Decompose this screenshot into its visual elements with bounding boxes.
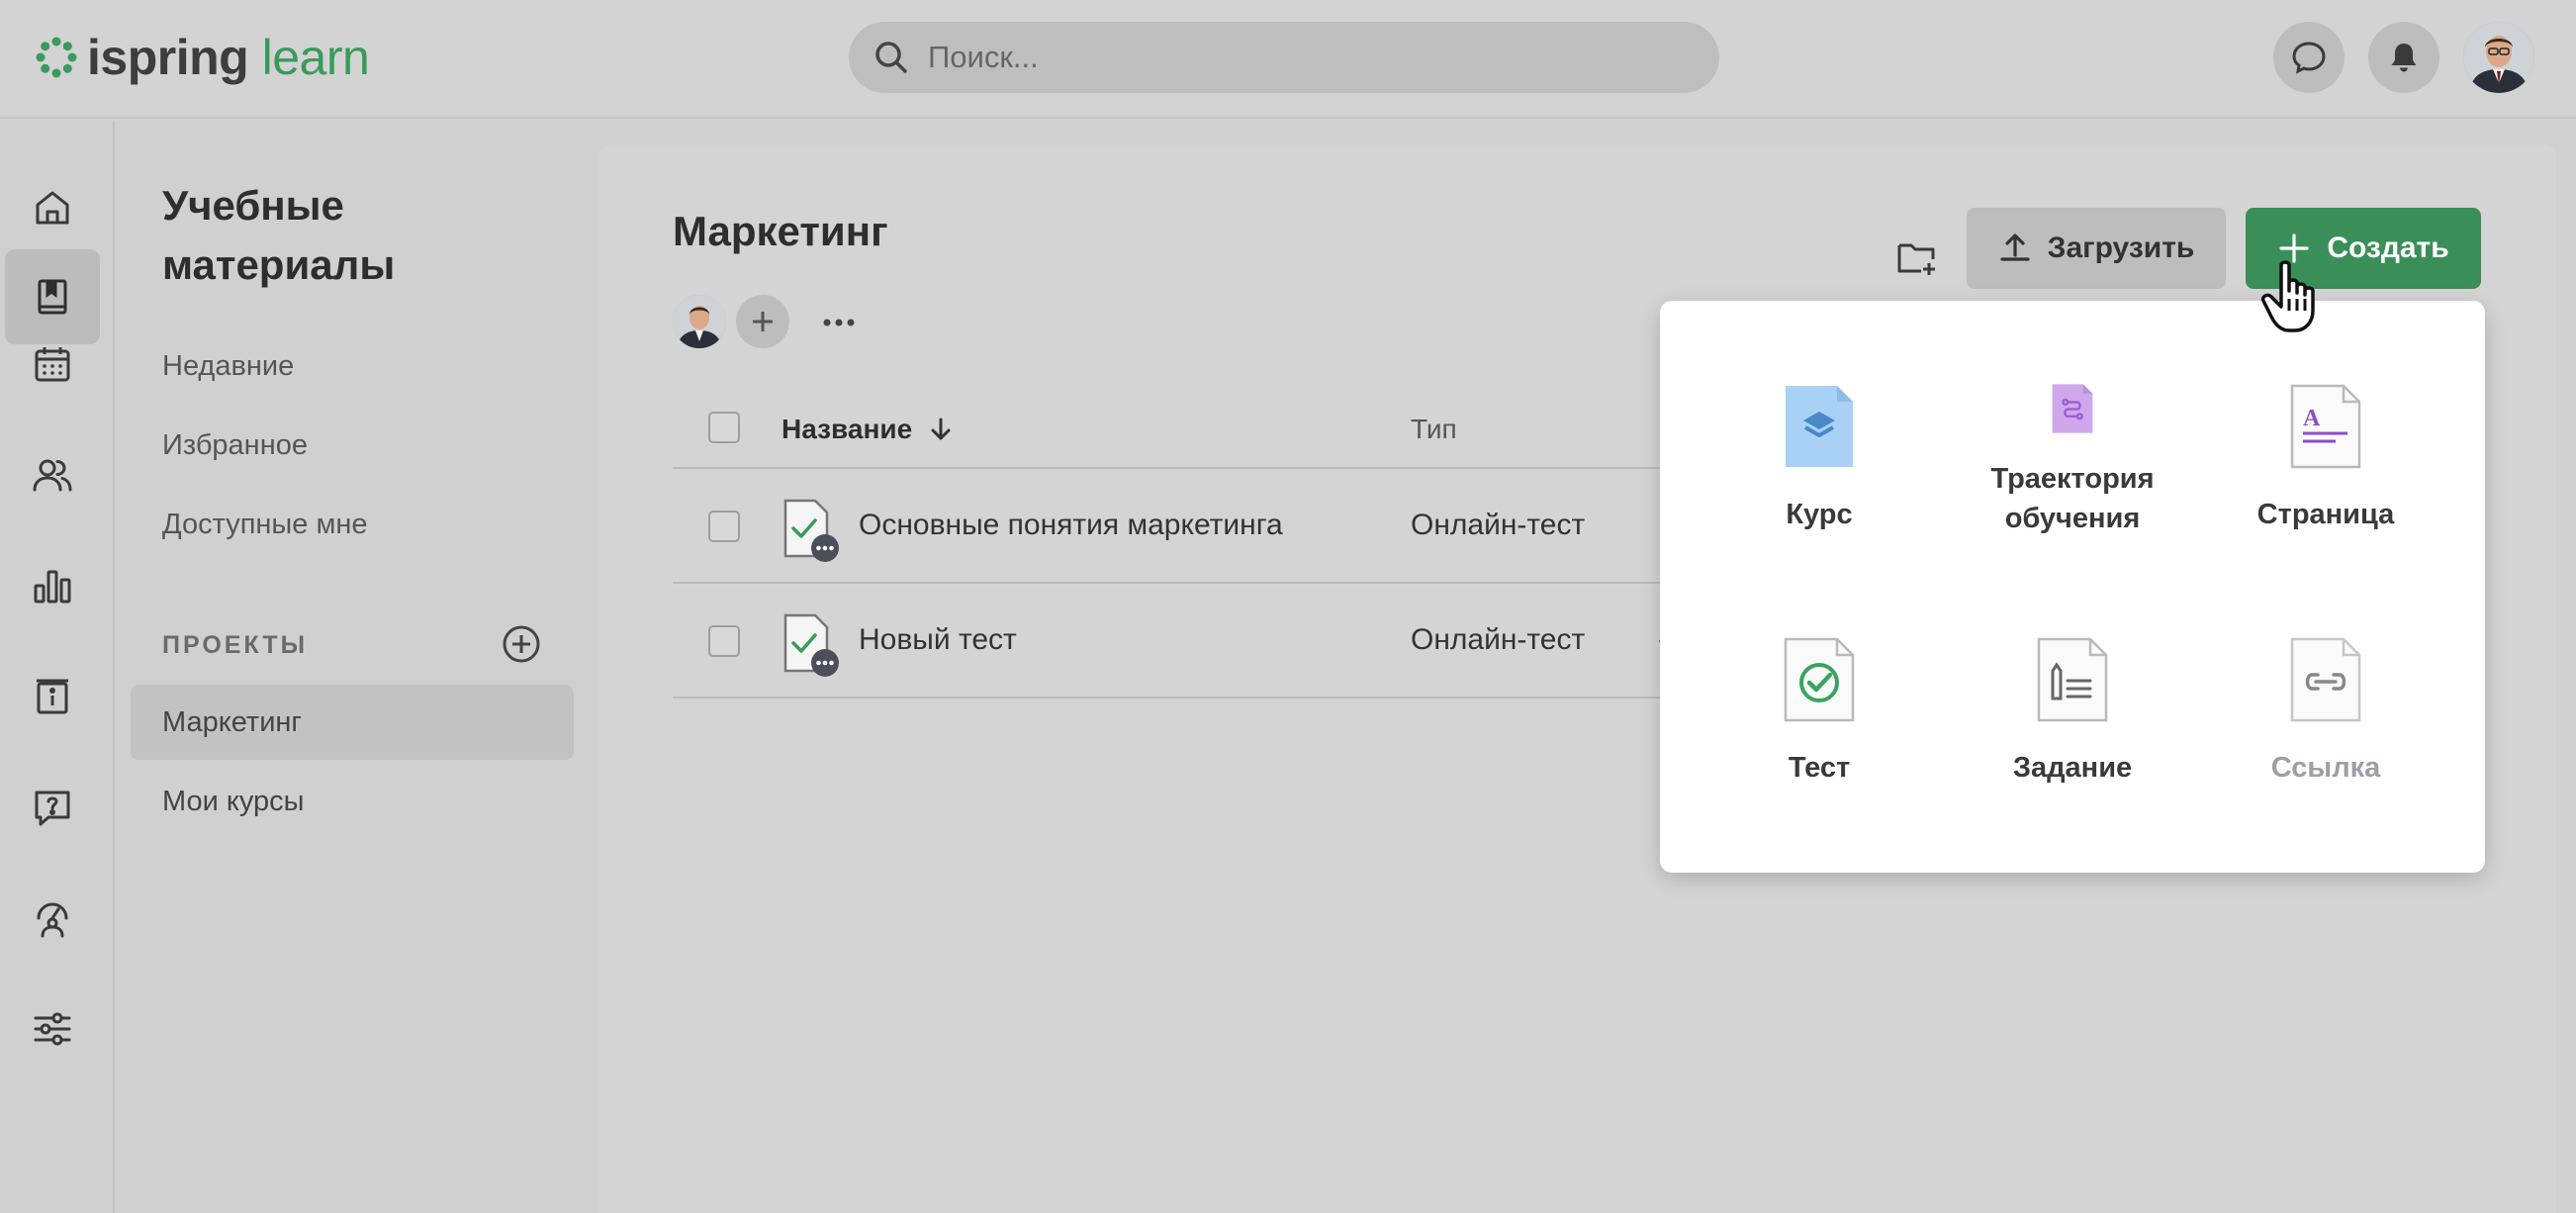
- column-type-header[interactable]: Тип: [1411, 414, 1457, 445]
- rail-home[interactable]: [5, 160, 100, 255]
- user-gauge-icon: [37, 902, 68, 938]
- more-options-icon[interactable]: [819, 303, 859, 342]
- page-title: Маркетинг: [673, 208, 888, 254]
- search-input[interactable]: [928, 40, 1700, 75]
- rail-calendar[interactable]: [5, 317, 100, 412]
- create-menu-item-trajectory[interactable]: Траектория обучения: [1946, 301, 2199, 538]
- member-photo-icon: [673, 295, 726, 348]
- page-file-icon: A: [2290, 384, 2361, 469]
- rail-reports[interactable]: [5, 538, 100, 633]
- hand-pointer-icon: [2260, 260, 2315, 332]
- notifications-button[interactable]: [2368, 22, 2439, 93]
- create-menu: Курс Траектория обучения A Страница Тест…: [1660, 301, 2485, 873]
- sidebar-item-my-courses[interactable]: Мои курсы: [162, 786, 305, 818]
- link-file-icon: [2290, 637, 2361, 722]
- sliders-icon: [34, 1012, 71, 1046]
- top-header: ispring learn: [0, 0, 2576, 119]
- rail-users[interactable]: [5, 427, 100, 522]
- create-menu-label: Курс: [1786, 499, 1853, 530]
- create-menu-label: Страница: [2256, 499, 2395, 530]
- upload-icon: [2000, 233, 2030, 261]
- row-name[interactable]: Основные понятия маркетинга: [859, 509, 1283, 542]
- test-document-icon: [783, 613, 839, 677]
- create-menu-item-test[interactable]: Тест: [1693, 554, 1946, 792]
- user-photo-icon: [2463, 22, 2534, 93]
- test-document-icon: [783, 499, 839, 562]
- row-checkbox[interactable]: [708, 511, 740, 542]
- sidebar-link-shared[interactable]: Доступные мне: [162, 509, 368, 541]
- rail-qa[interactable]: [5, 760, 100, 855]
- create-menu-label: Траектория обучения: [1990, 463, 2155, 534]
- project-member-avatar[interactable]: [673, 295, 726, 348]
- row-checkbox[interactable]: [708, 625, 740, 657]
- materials-sidebar: Учебные материалы Недавние Избранное Дос…: [117, 121, 596, 1213]
- folder-plus-icon: [1897, 243, 1935, 275]
- question-chat-icon: [35, 791, 70, 826]
- icon-rail: [0, 121, 115, 1213]
- ispring-flower-icon: [36, 37, 77, 78]
- logo-text-ispring: ispring: [87, 30, 249, 85]
- create-menu-label: Ссылка: [2270, 752, 2381, 784]
- create-label: Создать: [2327, 232, 2449, 264]
- rail-settings[interactable]: [5, 981, 100, 1076]
- row-type: Онлайн-тест: [1411, 509, 1586, 541]
- assignment-file-icon: [2037, 637, 2108, 722]
- logo-text: ispring learn: [87, 30, 370, 85]
- test-file-icon: [1784, 637, 1855, 722]
- chat-bubble-icon: [2292, 42, 2326, 74]
- bar-chart-icon: [34, 570, 71, 604]
- info-board-icon: [37, 679, 68, 714]
- projects-heading: ПРОЕКТЫ: [162, 631, 309, 659]
- sidebar-link-favorites[interactable]: Избранное: [162, 429, 308, 462]
- select-all-checkbox[interactable]: [708, 412, 740, 443]
- arrow-down-icon: [931, 418, 951, 440]
- create-menu-label: Тест: [1788, 752, 1851, 784]
- rail-info[interactable]: [5, 649, 100, 744]
- logo-text-learn: learn: [261, 30, 370, 85]
- sidebar-link-recent[interactable]: Недавние: [162, 350, 294, 383]
- create-menu-item-page[interactable]: A Страница: [2199, 301, 2452, 538]
- upload-button[interactable]: Загрузить: [1967, 208, 2226, 289]
- calendar-icon: [35, 347, 70, 382]
- home-icon: [36, 191, 69, 225]
- book-icon: [38, 279, 67, 315]
- column-name-label: Название: [782, 414, 913, 444]
- create-menu-item-course[interactable]: Курс: [1693, 301, 1946, 538]
- svg-text:A: A: [2303, 406, 2321, 431]
- ispring-logo[interactable]: ispring learn: [34, 28, 370, 87]
- search-icon: [875, 42, 907, 73]
- create-menu-item-link: Ссылка: [2199, 554, 2452, 792]
- rail-competencies[interactable]: [5, 871, 100, 966]
- column-name-header[interactable]: Название: [782, 414, 954, 445]
- row-name[interactable]: Новый тест: [859, 623, 1017, 657]
- course-file-icon: [1786, 386, 1853, 467]
- chat-button[interactable]: [2273, 22, 2345, 93]
- plus-icon: [753, 312, 773, 331]
- user-avatar[interactable]: [2463, 22, 2534, 93]
- add-project-icon[interactable]: [501, 623, 542, 665]
- sidebar-title: Учебные материалы: [162, 182, 396, 288]
- upload-label: Загрузить: [2047, 232, 2195, 264]
- create-menu-label: Задание: [2012, 752, 2133, 784]
- add-member-button[interactable]: [736, 295, 789, 348]
- users-icon: [33, 459, 72, 492]
- create-menu-item-assignment[interactable]: Задание: [1946, 554, 2199, 792]
- search-bar[interactable]: [849, 22, 1719, 93]
- new-folder-button[interactable]: [1884, 224, 1951, 291]
- row-type: Онлайн-тест: [1411, 623, 1586, 656]
- trajectory-file-icon: [2052, 384, 2093, 433]
- bell-icon: [2391, 44, 2417, 72]
- sidebar-item-marketing[interactable]: Маркетинг: [162, 706, 302, 739]
